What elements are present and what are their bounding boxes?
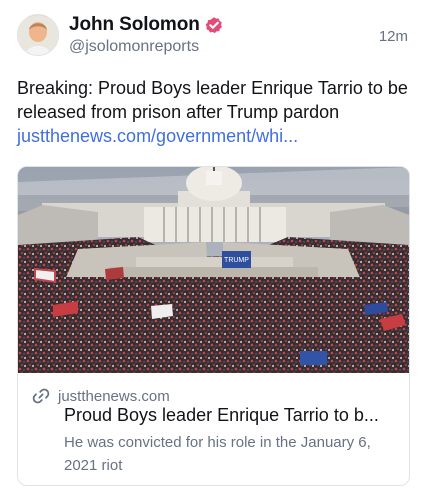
card-domain-row: justthenews.com <box>32 387 170 405</box>
link-preview-card[interactable]: TRUMP justthenews.com Proud Boys leader … <box>17 166 410 486</box>
card-title[interactable]: Proud Boys leader Enrique Tarrio to b... <box>64 405 394 426</box>
link-preview-image[interactable]: TRUMP <box>18 167 409 373</box>
verified-badge-icon <box>205 16 223 34</box>
post: John Solomon @jsolomonreports 12m Breaki… <box>0 0 426 500</box>
post-text: Breaking: Proud Boys leader Enrique Tarr… <box>17 76 412 148</box>
avatar[interactable] <box>17 14 59 56</box>
post-link[interactable]: justthenews.com/government/whi... <box>17 124 412 148</box>
link-icon <box>32 387 50 405</box>
capitol-crowd-photo: TRUMP <box>18 167 409 373</box>
card-domain[interactable]: justthenews.com <box>58 388 170 405</box>
author-name[interactable]: John Solomon <box>69 14 200 36</box>
post-body: Breaking: Proud Boys leader Enrique Tarr… <box>17 78 408 122</box>
author-handle[interactable]: @jsolomonreports <box>69 38 199 56</box>
image-sign-text: TRUMP <box>224 257 249 264</box>
post-timestamp[interactable]: 12m <box>379 28 408 45</box>
avatar-image <box>18 15 58 55</box>
author-header: John Solomon <box>69 14 223 36</box>
card-description: He was convicted for his role in the Jan… <box>64 434 371 474</box>
